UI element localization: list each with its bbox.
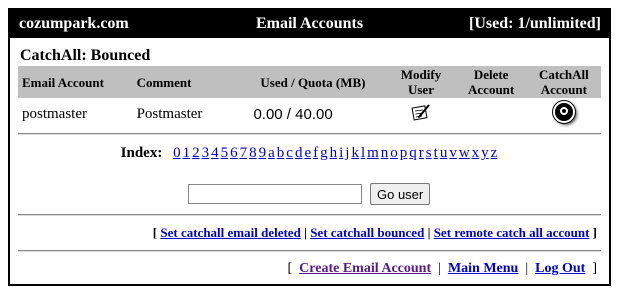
separator: | — [525, 261, 529, 276]
index-letter-link[interactable]: i — [339, 145, 343, 161]
column-comment: Comment — [132, 66, 240, 98]
email-accounts-panel: cozumpark.com Email Accounts [Used: 1/un… — [8, 8, 611, 286]
bracket: [ — [287, 261, 293, 276]
catchall-links: [ Set catchall email deleted | Set catch… — [153, 225, 597, 241]
bracket: ] — [592, 225, 597, 240]
usage-indicator: [Used: 1/unlimited] — [469, 15, 601, 32]
index-letter-link[interactable]: 1 — [183, 145, 191, 161]
accounts-table: Email Account Comment Used / Quota (MB) … — [18, 66, 601, 130]
table-header-row: Email Account Comment Used / Quota (MB) … — [18, 66, 601, 98]
catchall-status: CatchAll: Bounced — [20, 47, 151, 64]
index-letter-link[interactable]: r — [419, 145, 424, 161]
index-letter-link[interactable]: q — [409, 145, 417, 161]
index-letter-link[interactable]: s — [426, 145, 432, 161]
separator: | — [427, 225, 431, 240]
index-letter-link[interactable]: w — [459, 145, 470, 161]
bracket: [ — [152, 225, 158, 240]
index-letter-link[interactable]: h — [330, 145, 338, 161]
index-bar: Index: 0123456789abcdefghijklmnopqrstuvw… — [10, 145, 609, 162]
index-letter-link[interactable]: m — [367, 145, 379, 161]
index-letter-link[interactable]: 9 — [259, 145, 267, 161]
index-letter-link[interactable]: 5 — [221, 145, 229, 161]
go-user-button[interactable]: Go user — [370, 183, 431, 205]
delete-account-cell — [456, 98, 527, 130]
create-email-account-link[interactable]: Create Email Account — [299, 261, 431, 276]
column-used-quota: Used / Quota (MB) — [239, 66, 387, 98]
go-user-form: Go user — [188, 183, 431, 205]
index-label: Index: — [120, 145, 163, 161]
index-letter-link[interactable]: 0 — [173, 145, 181, 161]
title-bar: cozumpark.com Email Accounts [Used: 1/un… — [10, 10, 609, 38]
index-letter-link[interactable]: g — [320, 145, 328, 161]
comment-cell: Postmaster — [136, 105, 203, 122]
index-letter-link[interactable]: u — [440, 145, 448, 161]
index-letter-link[interactable]: x — [472, 145, 480, 161]
index-letter-link[interactable]: 3 — [202, 145, 210, 161]
index-letter-link[interactable]: 7 — [240, 145, 248, 161]
index-letter-link[interactable]: k — [351, 145, 359, 161]
separator: | — [304, 225, 307, 240]
index-letter-link[interactable]: 4 — [211, 145, 219, 161]
column-modify-user: Modify User — [386, 66, 456, 98]
index-letter-link[interactable]: p — [400, 145, 408, 161]
modify-user-cell — [386, 98, 455, 130]
set-catchall-bounced-link[interactable]: Set catchall bounced — [310, 225, 424, 240]
index-letter-link[interactable]: f — [313, 145, 318, 161]
main-menu-link[interactable]: Main Menu — [448, 261, 518, 276]
catchall-account-cell — [527, 98, 601, 130]
index-letter-link[interactable]: 6 — [230, 145, 238, 161]
index-letter-link[interactable]: n — [381, 145, 389, 161]
column-delete-account: Delete Account — [455, 66, 527, 98]
index-letter-link[interactable]: a — [268, 145, 275, 161]
go-user-input[interactable] — [188, 184, 362, 204]
divider — [18, 214, 601, 216]
index-letter-link[interactable]: j — [345, 145, 349, 161]
index-letter-link[interactable]: c — [286, 145, 293, 161]
set-catchall-deleted-link[interactable]: Set catchall email deleted — [160, 225, 300, 240]
index-letter-link[interactable]: t — [434, 145, 438, 161]
index-letter-link[interactable]: v — [449, 145, 457, 161]
table-row: postmaster Postmaster 0.00 / 40.00 — [18, 98, 601, 130]
set-remote-catchall-link[interactable]: Set remote catch all account — [434, 225, 590, 240]
nav-links: [ Create Email Account | Main Menu | Log… — [288, 261, 598, 277]
index-letter-link[interactable]: o — [390, 145, 398, 161]
divider — [18, 133, 601, 135]
email-account-cell: postmaster — [22, 105, 87, 122]
radio-selected-icon[interactable] — [552, 100, 575, 123]
index-letter-link[interactable]: b — [277, 145, 285, 161]
index-letter-link[interactable]: d — [295, 145, 303, 161]
log-out-link[interactable]: Log Out — [535, 261, 585, 276]
bracket: ] — [592, 261, 597, 276]
index-letter-link[interactable]: z — [491, 145, 498, 161]
index-letter-link[interactable]: y — [481, 145, 489, 161]
index-letter-link[interactable]: e — [304, 145, 311, 161]
divider — [18, 250, 601, 252]
separator: | — [438, 261, 441, 276]
index-letter-link[interactable]: l — [361, 145, 365, 161]
used-quota-cell: 0.00 / 40.00 — [253, 105, 333, 123]
edit-note-icon[interactable] — [411, 103, 431, 121]
column-catchall-account: CatchAll Account — [526, 66, 601, 98]
index-letter-link[interactable]: 2 — [192, 145, 200, 161]
index-letter-link[interactable]: 8 — [249, 145, 257, 161]
column-email-account: Email Account — [18, 66, 133, 98]
index-letters: 0123456789abcdefghijklmnopqrstuvwxyz — [172, 145, 498, 161]
